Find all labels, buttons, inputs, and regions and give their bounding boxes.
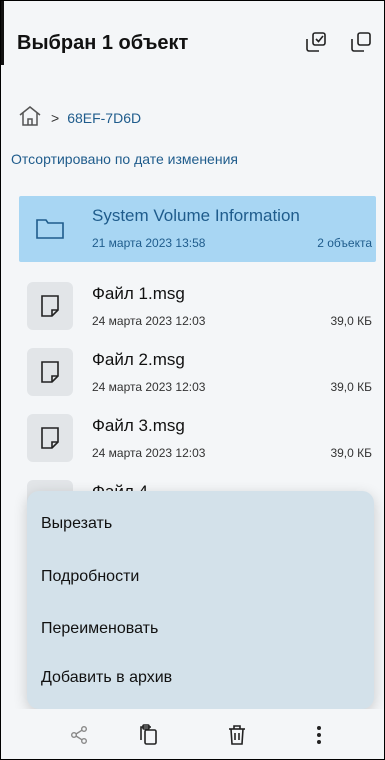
- list-item[interactable]: System Volume Information 21 марта 2023 …: [19, 196, 376, 262]
- file-meta: 2 объекта: [317, 236, 372, 250]
- breadcrumb-current[interactable]: 68EF-7D6D: [67, 110, 141, 126]
- file-date: 24 марта 2023 12:03: [92, 380, 206, 394]
- more-vertical-icon[interactable]: [305, 721, 333, 749]
- list-item[interactable]: Файл 2.msg 24 марта 2023 12:03 39,0 КБ: [19, 340, 376, 406]
- selection-title: Выбран 1 объект: [17, 32, 189, 54]
- file-date: 24 марта 2023 12:03: [92, 314, 206, 328]
- file-icon: [27, 282, 73, 330]
- list-item[interactable]: Файл 1.msg 24 марта 2023 12:03 39,0 КБ: [19, 274, 376, 340]
- copy-to-clipboard-icon[interactable]: [134, 721, 162, 749]
- menu-item-rename[interactable]: Переименовать: [41, 620, 158, 638]
- bottom-action-bar: [1, 709, 384, 759]
- folder-icon: [27, 204, 73, 252]
- home-icon[interactable]: [17, 104, 43, 133]
- header: Выбран 1 объект: [1, 1, 384, 89]
- file-name: Файл 1.msg: [92, 284, 185, 303]
- file-size: 39,0 КБ: [330, 314, 372, 328]
- file-date: 24 марта 2023 12:03: [92, 446, 206, 460]
- menu-item-add-to-archive[interactable]: Добавить в архив: [41, 669, 172, 687]
- file-icon: [27, 414, 73, 462]
- delete-icon[interactable]: [223, 721, 251, 749]
- menu-item-details[interactable]: Подробности: [41, 568, 139, 586]
- file-size: 39,0 КБ: [330, 446, 372, 460]
- sort-label[interactable]: Отсортировано по дате изменения: [11, 151, 238, 167]
- file-manager-screen: Выбран 1 объект > 68EF-7D6D Отсортирован…: [0, 0, 385, 760]
- select-all-icon[interactable]: [301, 27, 331, 57]
- file-name: Файл 3.msg: [92, 416, 185, 435]
- file-name: Файл 2.msg: [92, 350, 185, 369]
- share-icon[interactable]: [65, 721, 93, 749]
- breadcrumb-separator: >: [51, 110, 60, 126]
- menu-item-cut[interactable]: Вырезать: [41, 515, 112, 533]
- list-item[interactable]: Файл 3.msg 24 марта 2023 12:03 39,0 КБ: [19, 406, 376, 472]
- context-menu: Вырезать Подробности Переименовать Добав…: [27, 491, 374, 709]
- file-list: System Volume Information 21 марта 2023 …: [19, 196, 376, 528]
- breadcrumb: > 68EF-7D6D: [17, 104, 141, 132]
- file-name: System Volume Information: [92, 206, 300, 225]
- file-size: 39,0 КБ: [330, 380, 372, 394]
- file-date: 21 марта 2023 13:58: [92, 236, 206, 250]
- copy-icon[interactable]: [346, 27, 376, 57]
- file-icon: [27, 348, 73, 396]
